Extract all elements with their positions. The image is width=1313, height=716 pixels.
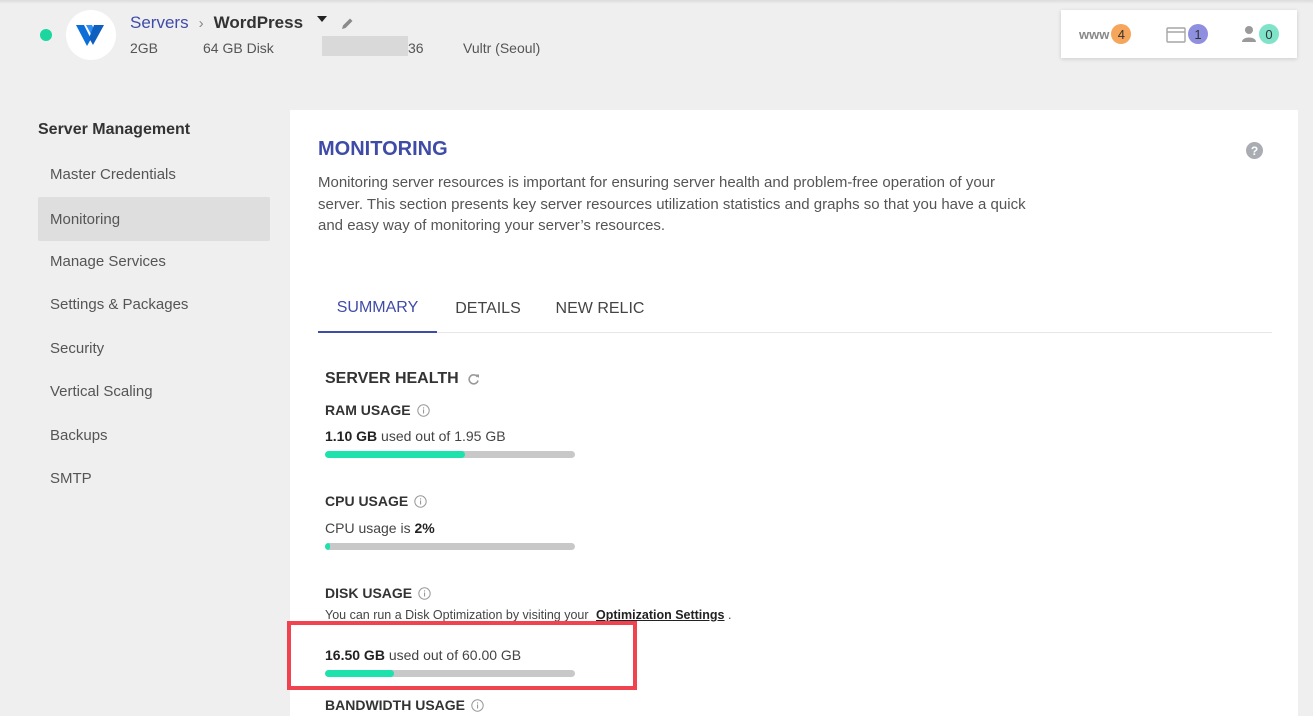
- tab-details[interactable]: DETAILS: [440, 284, 536, 333]
- breadcrumb-current: WordPress: [213, 13, 304, 32]
- caret-down-icon[interactable]: [317, 16, 328, 22]
- info-icon[interactable]: [416, 403, 430, 417]
- cpu-usage-bar: [325, 543, 575, 550]
- folder-icon: [1166, 26, 1186, 43]
- server-provider: Vultr (Seoul): [463, 40, 541, 56]
- ram-usage-value: 1.10 GB used out of 1.95 GB: [325, 428, 506, 444]
- disk-note-end: .: [724, 608, 732, 622]
- status-dot: [40, 29, 52, 41]
- cpu-percent: 2%: [414, 520, 435, 536]
- www-counter[interactable]: www 4: [1079, 24, 1132, 44]
- info-icon[interactable]: [471, 698, 484, 712]
- sidebar-title: Server Management: [38, 121, 191, 138]
- server-health-label: SERVER HEALTH: [325, 370, 459, 387]
- breadcrumb-servers-link[interactable]: Servers: [130, 13, 189, 33]
- ram-usage-fill: [325, 451, 465, 458]
- chevron-right-icon: ›: [198, 14, 204, 32]
- sidebar-item-monitoring[interactable]: Monitoring: [38, 197, 270, 241]
- cpu-usage-title: CPU USAGE: [325, 493, 427, 509]
- sidebar-item-backups[interactable]: Backups: [38, 413, 270, 457]
- ram-usage-title: RAM USAGE: [325, 402, 430, 418]
- sidebar-item-settings-packages[interactable]: Settings & Packages: [38, 282, 270, 326]
- top-shadow: [0, 0, 1313, 4]
- sidebar-item-security[interactable]: Security: [38, 326, 270, 370]
- counters-panel: www 4 1 0: [1061, 10, 1297, 58]
- bandwidth-usage-title: BANDWIDTH USAGE: [325, 697, 484, 713]
- page-title: MONITORING: [318, 138, 448, 160]
- ram-usage-bar: [325, 451, 575, 458]
- disk-note-text: You can run a Disk Optimization by visit…: [325, 608, 593, 622]
- disk-optimization-note: You can run a Disk Optimization by visit…: [325, 608, 731, 622]
- users-count-badge: 0: [1259, 24, 1279, 44]
- pencil-icon[interactable]: [341, 17, 354, 30]
- help-icon[interactable]: ?: [1246, 142, 1263, 159]
- www-icon: www: [1079, 26, 1110, 42]
- cpu-usage-text: CPU usage is: [325, 520, 415, 536]
- server-health-title: SERVER HEALTH: [325, 370, 480, 388]
- refresh-icon[interactable]: [467, 373, 480, 386]
- sidebar-item-master-credentials[interactable]: Master Credentials: [38, 152, 270, 196]
- cpu-usage-label: CPU USAGE: [325, 493, 409, 509]
- www-count-badge: 4: [1111, 24, 1132, 44]
- page-description: Monitoring server resources is important…: [318, 174, 1026, 234]
- disk-usage-label: DISK USAGE: [325, 585, 413, 601]
- files-counter[interactable]: 1: [1166, 24, 1208, 44]
- tab-summary[interactable]: SUMMARY: [318, 284, 437, 333]
- cpu-usage-fill: [325, 543, 330, 550]
- sidebar-item-smtp[interactable]: SMTP: [38, 456, 270, 500]
- user-icon: [1241, 25, 1257, 43]
- info-icon[interactable]: [418, 586, 431, 600]
- sidebar-item-manage-services[interactable]: Manage Services: [38, 239, 270, 283]
- optimization-settings-link[interactable]: Optimization Settings: [596, 608, 724, 622]
- tab-new-relic[interactable]: NEW RELIC: [542, 284, 658, 333]
- bandwidth-usage-label: BANDWIDTH USAGE: [325, 697, 465, 713]
- disk-usage-highlight: [287, 621, 637, 690]
- ram-total: used out of 1.95 GB: [377, 428, 506, 444]
- vultr-logo-icon: [66, 10, 116, 60]
- files-count-badge: 1: [1188, 24, 1208, 44]
- sidebar-item-vertical-scaling[interactable]: Vertical Scaling: [38, 369, 270, 413]
- server-ip: 36: [408, 40, 424, 56]
- tab-bar: SUMMARY DETAILS NEW RELIC: [318, 284, 1272, 333]
- ip-redaction: [322, 36, 408, 56]
- disk-usage-title: DISK USAGE: [325, 585, 431, 601]
- breadcrumb: Servers › WordPress: [130, 12, 354, 34]
- server-ram: 2GB: [130, 40, 159, 56]
- ram-usage-label: RAM USAGE: [325, 402, 411, 418]
- server-disk: 64 GB Disk: [203, 40, 274, 56]
- ram-used: 1.10 GB: [325, 428, 378, 444]
- cpu-usage-value: CPU usage is 2%: [325, 520, 435, 536]
- info-icon[interactable]: [414, 494, 427, 508]
- users-counter[interactable]: 0: [1241, 24, 1279, 44]
